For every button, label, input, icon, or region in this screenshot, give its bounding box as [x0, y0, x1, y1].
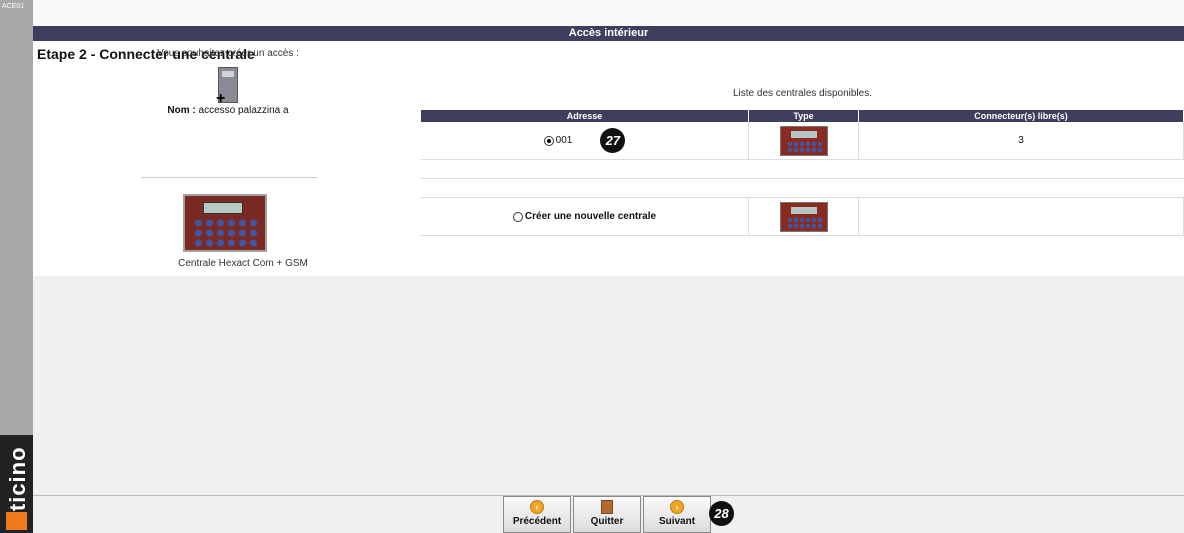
new-central-radio[interactable]: [512, 211, 523, 222]
brand-logo: bticino: [0, 435, 33, 533]
table-row[interactable]: 001 27 3: [421, 122, 1184, 160]
list-title: Liste des centrales disponibles.: [733, 88, 872, 99]
footer-buttons: ‹ Précédent Quitter › Suivant: [503, 496, 711, 533]
central-type-icon: [779, 125, 828, 156]
table-header: Adresse Type Connecteur(s) libre(s): [421, 110, 1184, 122]
screen-code: ACE01: [2, 3, 25, 10]
exit-door-icon: [601, 500, 613, 514]
previous-button[interactable]: ‹ Précédent: [503, 496, 571, 533]
marker-27: 27: [600, 128, 626, 153]
type-cell: [749, 122, 859, 159]
free-connectors-cell: [859, 198, 1184, 235]
new-central-cell: Créer une nouvelle centrale: [421, 198, 749, 235]
centrals-table: Adresse Type Connecteur(s) libre(s) 001 …: [421, 110, 1184, 236]
name-value: accesso palazzina a: [198, 105, 289, 116]
address-radio[interactable]: [543, 135, 554, 146]
address-value: 001: [555, 135, 573, 146]
page-title: Accès intérieur: [33, 26, 1184, 41]
arrow-left-icon: ‹: [530, 500, 544, 514]
empty-row: [421, 179, 1184, 198]
type-cell: [749, 198, 859, 235]
name-label: Nom :: [167, 105, 196, 116]
access-name: Nom : accesso palazzina a: [133, 105, 323, 116]
access-summary: Vous souhaitez créer un accès : + Nom : …: [133, 48, 323, 116]
address-cell: 001 27: [421, 122, 749, 159]
quit-button[interactable]: Quitter: [573, 496, 641, 533]
device-name: Centrale Hexact Com + GSM: [178, 258, 308, 269]
new-central-row[interactable]: Créer une nouvelle centrale: [421, 198, 1184, 236]
col-free-connectors: Connecteur(s) libre(s): [859, 110, 1184, 122]
main-area: Accès intérieur Etape 2 - Connecter une …: [33, 0, 1184, 533]
next-button[interactable]: › Suivant: [643, 496, 711, 533]
marker-28: 28: [709, 501, 734, 526]
divider: [141, 177, 317, 178]
new-central-label: Créer une nouvelle centrale: [524, 211, 657, 222]
central-device-image: [183, 194, 267, 252]
left-sidebar: ACE01 bticino: [0, 0, 33, 533]
access-keypad-icon: +: [216, 67, 238, 107]
brand-mark: [6, 512, 27, 530]
arrow-right-icon: ›: [670, 500, 684, 514]
free-connectors-cell: 3: [859, 122, 1184, 159]
empty-row: [421, 160, 1184, 179]
central-type-icon: [779, 201, 828, 232]
access-question: Vous souhaitez créer un accès :: [157, 48, 299, 59]
col-type: Type: [749, 110, 859, 122]
col-address: Adresse: [421, 110, 749, 122]
